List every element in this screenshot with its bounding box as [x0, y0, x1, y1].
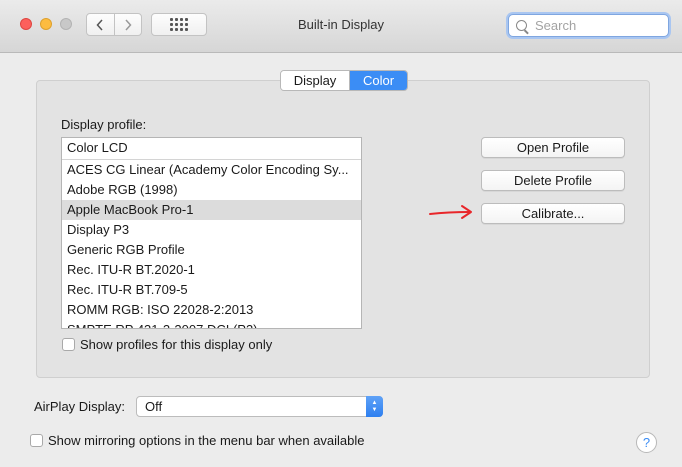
mirroring-checkbox[interactable] — [30, 434, 43, 447]
list-item-selected[interactable]: Apple MacBook Pro-1 — [62, 200, 361, 220]
popup-arrows-icon: ▲ ▼ — [366, 396, 383, 417]
title-bar: Built-in Display — [0, 0, 682, 53]
open-profile-button[interactable]: Open Profile — [481, 137, 625, 158]
airplay-display-label: AirPlay Display: — [34, 399, 126, 414]
list-item[interactable]: Color LCD — [62, 138, 361, 160]
search-field[interactable] — [508, 14, 669, 37]
show-profiles-option[interactable]: Show profiles for this display only — [62, 337, 272, 352]
calibrate-button[interactable]: Calibrate... — [481, 203, 625, 224]
list-item[interactable]: ACES CG Linear (Academy Color Encoding S… — [62, 160, 361, 180]
preferences-window: Built-in Display Display Color Display p… — [0, 0, 682, 467]
display-profile-label: Display profile: — [61, 117, 147, 132]
search-icon — [516, 20, 527, 31]
delete-profile-button[interactable]: Delete Profile — [481, 170, 625, 191]
profile-list[interactable]: Color LCD ACES CG Linear (Academy Color … — [61, 137, 362, 329]
list-item[interactable]: ROMM RGB: ISO 22028-2:2013 — [62, 300, 361, 320]
list-item[interactable]: Generic RGB Profile — [62, 240, 361, 260]
tab-display[interactable]: Display — [281, 71, 350, 90]
list-item[interactable]: SMPTE RP 431-2-2007 DCI (P3) — [62, 320, 361, 328]
show-profiles-label: Show profiles for this display only — [80, 337, 273, 352]
tab-color[interactable]: Color — [350, 71, 407, 90]
mirroring-label: Show mirroring options in the menu bar w… — [48, 433, 365, 448]
red-arrow-annotation-icon — [429, 205, 472, 219]
show-profiles-checkbox[interactable] — [62, 338, 75, 351]
search-input[interactable] — [535, 18, 655, 33]
list-item[interactable]: Rec. ITU-R BT.2020-1 — [62, 260, 361, 280]
help-button[interactable]: ? — [636, 432, 657, 453]
mirroring-option[interactable]: Show mirroring options in the menu bar w… — [30, 433, 365, 448]
list-item[interactable]: Rec. ITU-R BT.709-5 — [62, 280, 361, 300]
airplay-display-value: Off — [145, 399, 163, 414]
tab-bar: Display Color — [280, 70, 408, 91]
list-item[interactable]: Display P3 — [62, 220, 361, 240]
list-item[interactable]: Adobe RGB (1998) — [62, 180, 361, 200]
airplay-display-popup[interactable]: Off ▲ ▼ — [136, 396, 383, 417]
